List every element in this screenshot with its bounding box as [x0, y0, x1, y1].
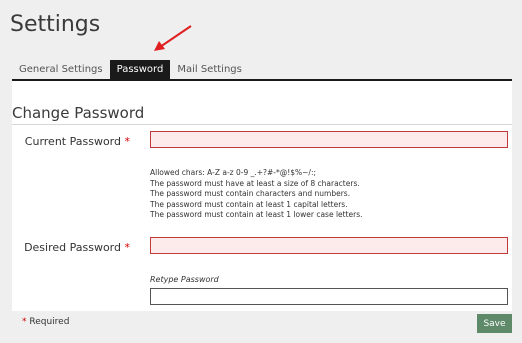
- password-rule: The password must contain at least 1 low…: [150, 210, 363, 219]
- required-marker: *: [124, 135, 131, 148]
- tab-password[interactable]: Password: [109, 60, 171, 80]
- required-note-text: Required: [29, 317, 70, 327]
- retype-password-input[interactable]: [150, 288, 508, 305]
- required-marker: *: [22, 317, 27, 327]
- tab-mail-settings[interactable]: Mail Settings: [170, 60, 249, 80]
- password-rule: The password must contain at least 1 cap…: [150, 199, 348, 209]
- red-arrow-icon: [154, 25, 192, 51]
- required-marker: *: [124, 241, 131, 254]
- current-password-label-text: Current Password: [24, 135, 121, 148]
- current-password-label: Current Password *: [10, 135, 130, 148]
- section-title: Change Password: [12, 104, 145, 122]
- current-password-input[interactable]: [150, 131, 508, 148]
- desired-password-input[interactable]: [150, 237, 508, 254]
- page-title: Settings: [10, 12, 101, 37]
- password-rules: Allowed chars: A-Z a-z 0-9 _.+?#-*@!$%~/…: [150, 168, 363, 221]
- settings-tabs: General Settings Password Mail Settings: [12, 60, 249, 80]
- password-rule: The password must contain characters and…: [150, 189, 351, 198]
- retype-password-label: Retype Password: [150, 275, 219, 284]
- desired-password-label-text: Desired Password: [24, 241, 121, 254]
- desired-password-label: Desired Password *: [10, 241, 130, 254]
- password-rule: Allowed chars: A-Z a-z 0-9 _.+?#-*@!$%~/…: [150, 168, 317, 177]
- password-rule: The password must have at least a size o…: [150, 178, 360, 188]
- tab-general-settings[interactable]: General Settings: [12, 60, 110, 80]
- section-divider: [12, 124, 512, 125]
- save-button[interactable]: Save: [477, 314, 512, 333]
- required-note: * Required: [22, 317, 69, 327]
